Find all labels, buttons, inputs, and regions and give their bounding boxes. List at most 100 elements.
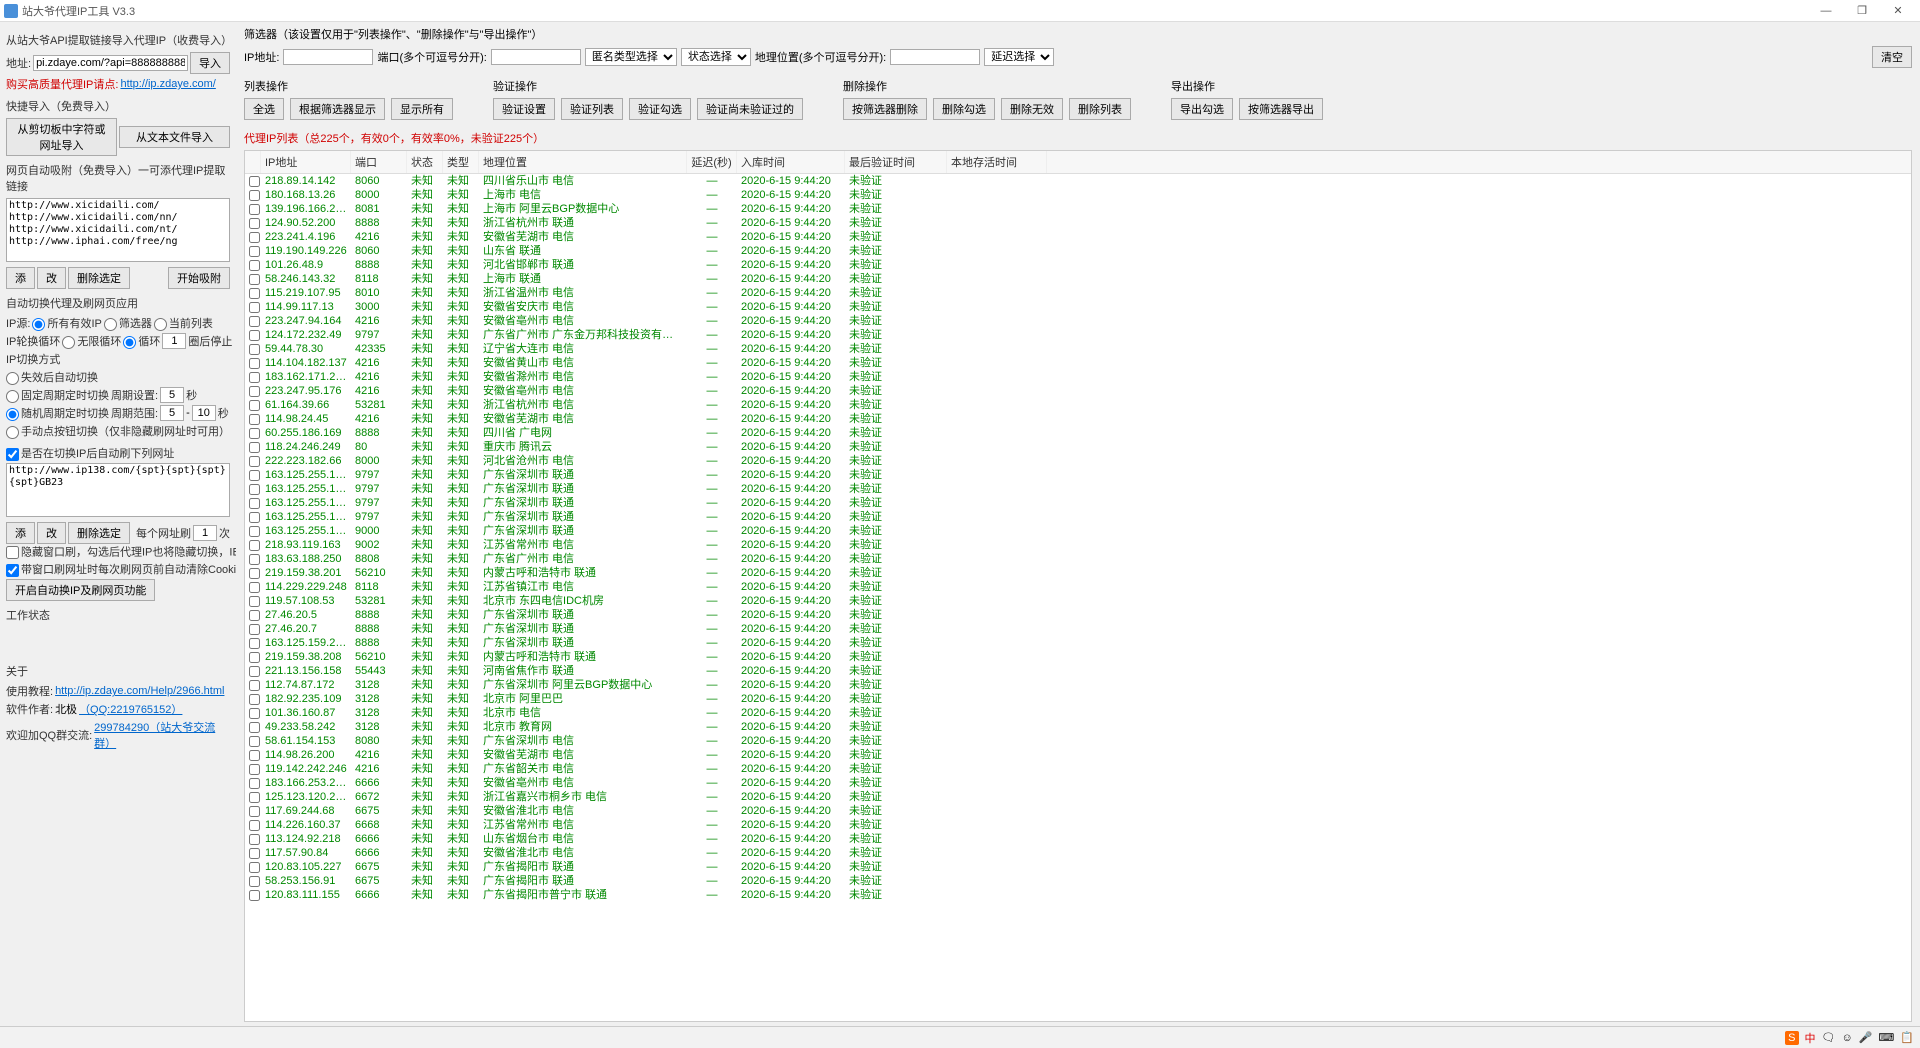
- table-row[interactable]: 114.229.229.2488118未知未知江苏省镇江市 电信—2020-6-…: [245, 580, 1911, 594]
- row-checkbox[interactable]: [249, 876, 260, 887]
- row-checkbox[interactable]: [249, 582, 260, 593]
- list-op-button-2[interactable]: 显示所有: [391, 98, 453, 120]
- qq-group-link[interactable]: 299784290（站大爷交流群）: [94, 719, 230, 751]
- loop-do-radio[interactable]: 循环: [123, 333, 160, 349]
- add-refresh-button[interactable]: 添: [6, 522, 35, 544]
- row-checkbox[interactable]: [249, 470, 260, 481]
- row-checkbox[interactable]: [249, 820, 260, 831]
- src-current-radio[interactable]: 当前列表: [154, 315, 213, 331]
- row-checkbox[interactable]: [249, 246, 260, 257]
- row-checkbox[interactable]: [249, 848, 260, 859]
- row-checkbox[interactable]: [249, 554, 260, 565]
- period-input[interactable]: [160, 387, 184, 403]
- table-row[interactable]: 58.253.156.916675未知未知广东省揭阳市 联通—2020-6-15…: [245, 874, 1911, 888]
- table-row[interactable]: 58.61.154.1538080未知未知广东省深圳市 电信—2020-6-15…: [245, 734, 1911, 748]
- table-row[interactable]: 49.233.58.2423128未知未知北京市 教育网—2020-6-15 9…: [245, 720, 1911, 734]
- del-op-button-0[interactable]: 按筛选器删除: [843, 98, 927, 120]
- table-row[interactable]: 27.46.20.58888未知未知广东省深圳市 联通—2020-6-15 9:…: [245, 608, 1911, 622]
- row-checkbox[interactable]: [249, 204, 260, 215]
- table-row[interactable]: 163.125.255.1679797未知未知广东省深圳市 联通—2020-6-…: [245, 468, 1911, 482]
- row-checkbox[interactable]: [249, 722, 260, 733]
- table-row[interactable]: 115.219.107.958010未知未知浙江省温州市 电信—2020-6-1…: [245, 286, 1911, 300]
- row-checkbox[interactable]: [249, 344, 260, 355]
- each-input[interactable]: [193, 525, 217, 541]
- export-op-button-0[interactable]: 导出勾选: [1171, 98, 1233, 120]
- table-row[interactable]: 118.24.246.24980未知未知重庆市 腾讯云—2020-6-15 9:…: [245, 440, 1911, 454]
- row-checkbox[interactable]: [249, 302, 260, 313]
- export-op-button-1[interactable]: 按筛选器导出: [1239, 98, 1323, 120]
- table-row[interactable]: 114.99.117.133000未知未知安徽省安庆市 电信—2020-6-15…: [245, 300, 1911, 314]
- start-switch-button[interactable]: 开启自动换IP及刷网页功能: [6, 579, 155, 601]
- table-row[interactable]: 124.172.232.499797未知未知广东省广州市 广东金万邦科技投资有限…: [245, 328, 1911, 342]
- row-checkbox[interactable]: [249, 484, 260, 495]
- row-checkbox[interactable]: [249, 540, 260, 551]
- del-op-button-3[interactable]: 删除列表: [1069, 98, 1131, 120]
- buy-link[interactable]: http://ip.zdaye.com/: [120, 78, 215, 90]
- table-row[interactable]: 61.164.39.6653281未知未知浙江省杭州市 电信—2020-6-15…: [245, 398, 1911, 412]
- table-row[interactable]: 117.57.90.846666未知未知安徽省淮北市 电信—2020-6-15 …: [245, 846, 1911, 860]
- status-select[interactable]: 状态选择: [681, 48, 751, 66]
- verify-op-button-1[interactable]: 验证列表: [561, 98, 623, 120]
- table-row[interactable]: 119.142.242.2464216未知未知广东省韶关市 电信—2020-6-…: [245, 762, 1911, 776]
- row-checkbox[interactable]: [249, 624, 260, 635]
- cookie-checkbox[interactable]: 带窗口刷网址时每次刷网页前自动清除Cookies: [6, 561, 236, 577]
- row-checkbox[interactable]: [249, 400, 260, 411]
- row-checkbox[interactable]: [249, 288, 260, 299]
- row-checkbox[interactable]: [249, 190, 260, 201]
- table-row[interactable]: 59.44.78.3042335未知未知辽宁省大连市 电信—2020-6-15 …: [245, 342, 1911, 356]
- row-checkbox[interactable]: [249, 498, 260, 509]
- row-checkbox[interactable]: [249, 806, 260, 817]
- table-row[interactable]: 221.13.156.15855443未知未知河南省焦作市 联通—2020-6-…: [245, 664, 1911, 678]
- table-row[interactable]: 114.226.160.376668未知未知江苏省常州市 电信—2020-6-1…: [245, 818, 1911, 832]
- verify-op-button-2[interactable]: 验证勾选: [629, 98, 691, 120]
- src-all-radio[interactable]: 所有有效IP: [32, 315, 101, 331]
- author-qq-link[interactable]: （QQ:2219765152）: [79, 701, 182, 717]
- row-checkbox[interactable]: [249, 890, 260, 901]
- table-row[interactable]: 101.36.160.873128未知未知北京市 电信—2020-6-15 9:…: [245, 706, 1911, 720]
- filter-ip-input[interactable]: [283, 49, 373, 65]
- row-checkbox[interactable]: [249, 596, 260, 607]
- row-checkbox[interactable]: [249, 694, 260, 705]
- verify-op-button-3[interactable]: 验证尚未验证过的: [697, 98, 803, 120]
- textfile-import-button[interactable]: 从文本文件导入: [119, 126, 230, 148]
- list-op-button-0[interactable]: 全选: [244, 98, 284, 120]
- table-row[interactable]: 182.92.235.1093128未知未知北京市 阿里巴巴—2020-6-15…: [245, 692, 1911, 706]
- row-checkbox[interactable]: [249, 330, 260, 341]
- table-row[interactable]: 223.241.4.1964216未知未知安徽省芜湖市 电信—2020-6-15…: [245, 230, 1911, 244]
- del-op-button-1[interactable]: 删除勾选: [933, 98, 995, 120]
- clear-filter-button[interactable]: 清空: [1872, 46, 1912, 68]
- range-min-input[interactable]: [160, 405, 184, 421]
- table-row[interactable]: 180.168.13.268000未知未知上海市 电信—2020-6-15 9:…: [245, 188, 1911, 202]
- table-row[interactable]: 60.255.186.1698888未知未知四川省 广电网—2020-6-15 …: [245, 426, 1911, 440]
- table-row[interactable]: 58.246.143.328118未知未知上海市 联通—2020-6-15 9:…: [245, 272, 1911, 286]
- range-max-input[interactable]: [192, 405, 216, 421]
- start-absorb-button[interactable]: 开始吸附: [168, 267, 230, 289]
- table-row[interactable]: 218.93.119.1639002未知未知江苏省常州市 电信—2020-6-1…: [245, 538, 1911, 552]
- row-checkbox[interactable]: [249, 442, 260, 453]
- table-row[interactable]: 119.190.149.2268060未知未知山东省 联通—2020-6-15 …: [245, 244, 1911, 258]
- table-row[interactable]: 113.124.92.2186666未知未知山东省烟台市 电信—2020-6-1…: [245, 832, 1911, 846]
- row-checkbox[interactable]: [249, 862, 260, 873]
- clipboard-import-button[interactable]: 从剪切板中字符或网址导入: [6, 118, 117, 156]
- row-checkbox[interactable]: [249, 792, 260, 803]
- row-checkbox[interactable]: [249, 764, 260, 775]
- table-row[interactable]: 125.123.120.2046672未知未知浙江省嘉兴市桐乡市 电信—2020…: [245, 790, 1911, 804]
- table-row[interactable]: 114.98.24.454216未知未知安徽省芜湖市 电信—2020-6-15 …: [245, 412, 1911, 426]
- row-checkbox[interactable]: [249, 274, 260, 285]
- del-op-button-2[interactable]: 删除无效: [1001, 98, 1063, 120]
- row-checkbox[interactable]: [249, 666, 260, 677]
- row-checkbox[interactable]: [249, 778, 260, 789]
- table-row[interactable]: 223.247.95.1764216未知未知安徽省亳州市 电信—2020-6-1…: [245, 384, 1911, 398]
- table-row[interactable]: 124.90.52.2008888未知未知浙江省杭州市 联通—2020-6-15…: [245, 216, 1911, 230]
- row-checkbox[interactable]: [249, 358, 260, 369]
- hide-checkbox[interactable]: 隐藏窗口刷，勾选后代理IP也将隐藏切换，IE浏览器将不会被切换代理IP: [6, 546, 236, 559]
- row-checkbox[interactable]: [249, 372, 260, 383]
- list-op-button-1[interactable]: 根据筛选器显示: [290, 98, 385, 120]
- table-row[interactable]: 117.69.244.686675未知未知安徽省淮北市 电信—2020-6-15…: [245, 804, 1911, 818]
- table-row[interactable]: 119.57.108.5353281未知未知北京市 东四电信IDC机房—2020…: [245, 594, 1911, 608]
- tray-icon[interactable]: 🎤: [1859, 1031, 1873, 1044]
- row-checkbox[interactable]: [249, 316, 260, 327]
- table-row[interactable]: 183.166.253.2396666未知未知安徽省亳州市 电信—2020-6-…: [245, 776, 1911, 790]
- table-row[interactable]: 183.63.188.2508808未知未知广东省广州市 电信—2020-6-1…: [245, 552, 1911, 566]
- delay-select[interactable]: 延迟选择: [984, 48, 1054, 66]
